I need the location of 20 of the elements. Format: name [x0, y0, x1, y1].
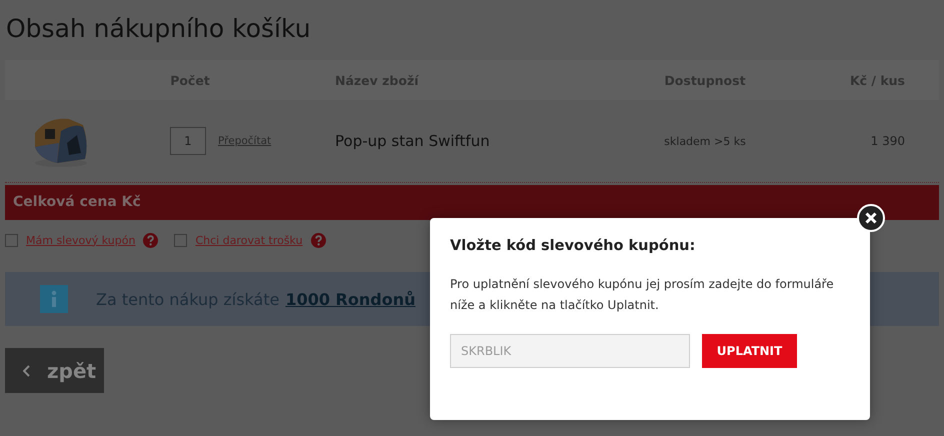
quantity-field[interactable]: 1: [170, 127, 206, 155]
help-icon[interactable]: [310, 232, 326, 248]
info-icon: [40, 285, 68, 313]
rewards-link[interactable]: 1000 Rondonů: [285, 290, 416, 308]
product-name: Pop-up stan Swiftfun: [334, 132, 491, 150]
dialog-title: Vložte kód slevového kupónu:: [450, 238, 696, 254]
option-link[interactable]: Mám slevový kupón: [26, 234, 136, 246]
back-button[interactable]: zpět: [5, 348, 104, 393]
dialog-text: Pro uplatnění slevového kupónu jej prosím zadejte do formuláře níže a klikněte na tlačítko Uplatnit.: [450, 276, 835, 314]
option-link[interactable]: Chci darovat trošku: [195, 234, 303, 246]
apply-button[interactable]: UPLATNIT: [702, 334, 797, 368]
help-icon[interactable]: [143, 232, 158, 248]
total-price-bar: Celková cena Kč: [5, 185, 939, 220]
page-title: Obsah nákupního košíku: [5, 13, 312, 45]
coupon-code-field[interactable]: SKRBLIK: [450, 334, 690, 368]
checkbox[interactable]: [174, 234, 188, 246]
availability: skladem >5 ks: [663, 134, 747, 148]
unit-price: 1 390: [870, 134, 906, 148]
checkbox[interactable]: [5, 234, 18, 246]
chevron-left-icon: [23, 364, 31, 376]
